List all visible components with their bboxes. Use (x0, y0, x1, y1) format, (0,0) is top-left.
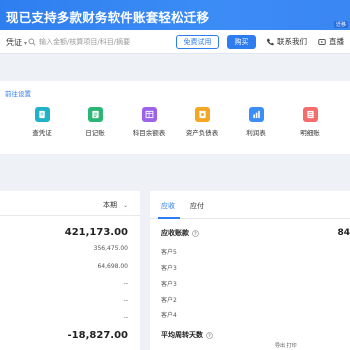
total-value: 421,173.00 (64, 227, 128, 238)
search-doc-icon (34, 107, 50, 122)
customer-label: 客户2 (161, 297, 177, 304)
shortcut-label: 查凭证 (32, 129, 52, 137)
period-label: 本期 (102, 201, 117, 209)
tab-underline (158, 217, 180, 219)
shortcut-balance-sheet[interactable]: 资产负债表 (180, 107, 224, 137)
shortcut-label: 日记账 (85, 129, 105, 137)
help-icon[interactable]: ? (192, 229, 199, 237)
tab-bar: 应收 应付 (150, 191, 350, 219)
chevron-down-icon: ⌄ (122, 202, 128, 209)
sub-value: 356,475.00 (93, 245, 128, 252)
shortcut-view-voucher[interactable]: 查凭证 (20, 107, 64, 137)
shortcut-label: 明细账 (300, 129, 320, 137)
table-icon (141, 107, 157, 122)
detail-icon (302, 107, 318, 122)
svg-text:?: ? (194, 231, 197, 237)
divider (0, 215, 140, 216)
search-input[interactable]: 输入金额/核算项目/科目/摘要 (39, 37, 130, 47)
voucher-dropdown[interactable]: 凭证 ▾ (6, 37, 27, 48)
tab-payable[interactable]: 应付 (190, 201, 204, 211)
promo-banner[interactable]: 现已支持多款财务软件账套轻松迁移 迁移 (0, 0, 350, 30)
metric-title-text: 平均周转天数 (161, 331, 203, 339)
banner-tag: 迁移 (333, 21, 348, 28)
customer-label: 客户3 (161, 281, 177, 288)
shortcut-label: 科目余额表 (132, 129, 166, 137)
live-icon (318, 38, 326, 45)
customer-label: 客户3 (161, 265, 177, 272)
sub-value: -- (123, 297, 128, 304)
search-box[interactable]: 输入金额/核算项目/科目/摘要 (26, 34, 161, 50)
contact-us-label: 联系我们 (277, 37, 307, 46)
receivable-panel: 应收 应付 应收账款 ? 84 客户5 客户3 客户3 客户2 客户4 平均周转… (150, 191, 350, 350)
settings-link[interactable]: 前往设置 (5, 88, 31, 98)
shortcut-label: 资产负债表 (185, 129, 219, 137)
total-value: -18,827.00 (67, 330, 128, 341)
shortcut-label: 利润表 (246, 129, 266, 137)
search-icon (28, 38, 36, 46)
live-label: 直播 (329, 37, 344, 46)
sub-value: -- (123, 280, 128, 287)
shortcut-income-statement[interactable]: 利润表 (234, 107, 278, 137)
sub-value: 64,698.00 (97, 263, 128, 270)
voucher-label: 凭证 (6, 38, 22, 47)
ledger-icon (87, 107, 103, 122)
metric-title-text: 应收账款 (161, 229, 189, 237)
chart-icon (248, 107, 264, 122)
balance-sheet-icon (194, 107, 210, 122)
metric-title: 平均周转天数 ? (161, 330, 213, 340)
customer-label: 客户5 (161, 249, 177, 256)
contact-us-link[interactable]: 联系我们 (266, 36, 307, 47)
shortcut-journal[interactable]: 日记账 (73, 107, 117, 137)
summary-panel: 本期 ⌄ 421,173.00 356,475.00 64,698.00 -- -… (0, 191, 140, 350)
bottom-toolbar[interactable]: 导出 打印 (275, 342, 297, 349)
banner-title: 现已支持多款财务软件账套轻松迁移 (6, 10, 210, 25)
tab-receivable[interactable]: 应收 (161, 201, 175, 211)
svg-text:?: ? (208, 333, 211, 339)
phone-icon (266, 38, 274, 45)
live-link[interactable]: 直播 (318, 36, 344, 47)
period-dropdown[interactable]: 本期 ⌄ (103, 200, 128, 210)
shortcut-detail-ledger[interactable]: 明细账 (288, 107, 332, 137)
buy-button[interactable]: 购买 (227, 35, 256, 49)
receivable-value: 84 (337, 228, 350, 238)
customer-label: 客户4 (161, 312, 177, 319)
metric-title: 应收账款 ? (161, 228, 199, 238)
help-icon[interactable]: ? (206, 331, 213, 339)
sub-value: -- (123, 314, 128, 321)
free-trial-button[interactable]: 免费试用 (176, 35, 219, 49)
shortcuts-panel: 前往设置 查凭证 日记账 科目余额表 资产负债表 利润表 明细账 (0, 81, 350, 154)
shortcut-account-balance[interactable]: 科目余额表 (127, 107, 171, 137)
top-toolbar: 凭证 ▾ 输入金额/核算项目/科目/摘要 免费试用 购买 联系我们 直播 (0, 30, 350, 54)
